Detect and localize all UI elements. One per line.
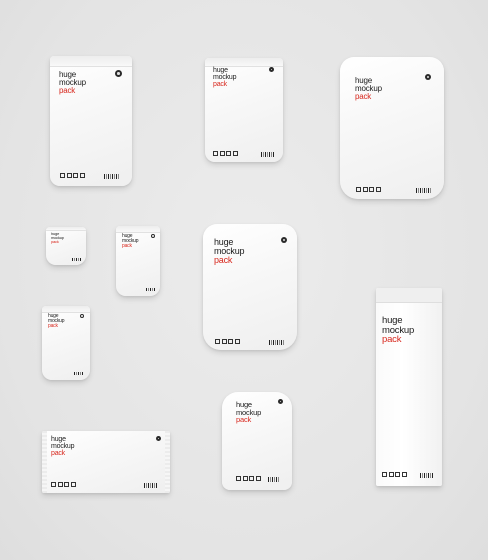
care-symbols-icon: [215, 339, 240, 344]
package-brand: huge mockup pack: [214, 237, 245, 266]
logo-icon: [156, 436, 161, 441]
barcode-icon: [416, 188, 432, 193]
barcode-icon: [269, 340, 285, 345]
barcode-icon: [268, 477, 280, 482]
package-brand: huge mockup pack: [236, 400, 262, 425]
logo-icon: [151, 234, 155, 238]
care-symbols-icon: [51, 482, 76, 487]
care-symbols-icon: [60, 173, 85, 178]
product-mockup-scene: huge mockup pack huge mockup pack huge m…: [0, 0, 488, 560]
barcode-icon: [261, 152, 275, 157]
logo-icon: [115, 70, 122, 77]
package-brand: huge mockup pack: [48, 313, 65, 330]
care-symbols-icon: [213, 151, 238, 156]
small-sachet: huge mockup pack: [116, 226, 160, 296]
tall-pouch-left: huge mockup pack: [50, 56, 132, 186]
tiny-sachet: huge mockup pack: [46, 227, 86, 265]
logo-icon: [269, 67, 274, 72]
logo-icon: [80, 314, 84, 318]
barcode-icon: [420, 473, 434, 478]
milk-carton-right: huge mockup pack: [376, 288, 442, 486]
package-brand: huge mockup pack: [51, 436, 75, 458]
logo-icon: [281, 237, 287, 243]
stand-up-pouch-top-right: huge mockup pack: [340, 57, 444, 199]
package-brand: huge mockup pack: [122, 233, 139, 250]
package-brand: huge mockup pack: [213, 67, 237, 89]
package-brand: huge mockup pack: [59, 70, 86, 96]
barcode-icon: [104, 174, 120, 179]
logo-icon: [425, 74, 431, 80]
package-brand: huge mockup pack: [355, 76, 382, 102]
barcode-icon: [144, 483, 158, 488]
package-brand: huge mockup pack: [51, 231, 64, 245]
package-brand: huge mockup pack: [382, 315, 415, 346]
bar-wrapper-bottom-left: huge mockup pack: [42, 431, 170, 493]
flat-pouch-top-center: huge mockup pack: [205, 58, 283, 162]
medium-sachet-left: huge mockup pack: [42, 306, 90, 380]
care-symbols-icon: [382, 472, 407, 477]
barcode-icon: [74, 372, 84, 375]
care-symbols-icon: [236, 476, 261, 481]
barcode-icon: [72, 258, 81, 261]
care-symbols-icon: [356, 187, 381, 192]
large-pouch-center: huge mockup pack: [203, 224, 297, 350]
bulging-pouch-bottom-center: huge mockup pack: [222, 392, 292, 490]
barcode-icon: [146, 288, 155, 291]
logo-icon: [278, 399, 283, 404]
